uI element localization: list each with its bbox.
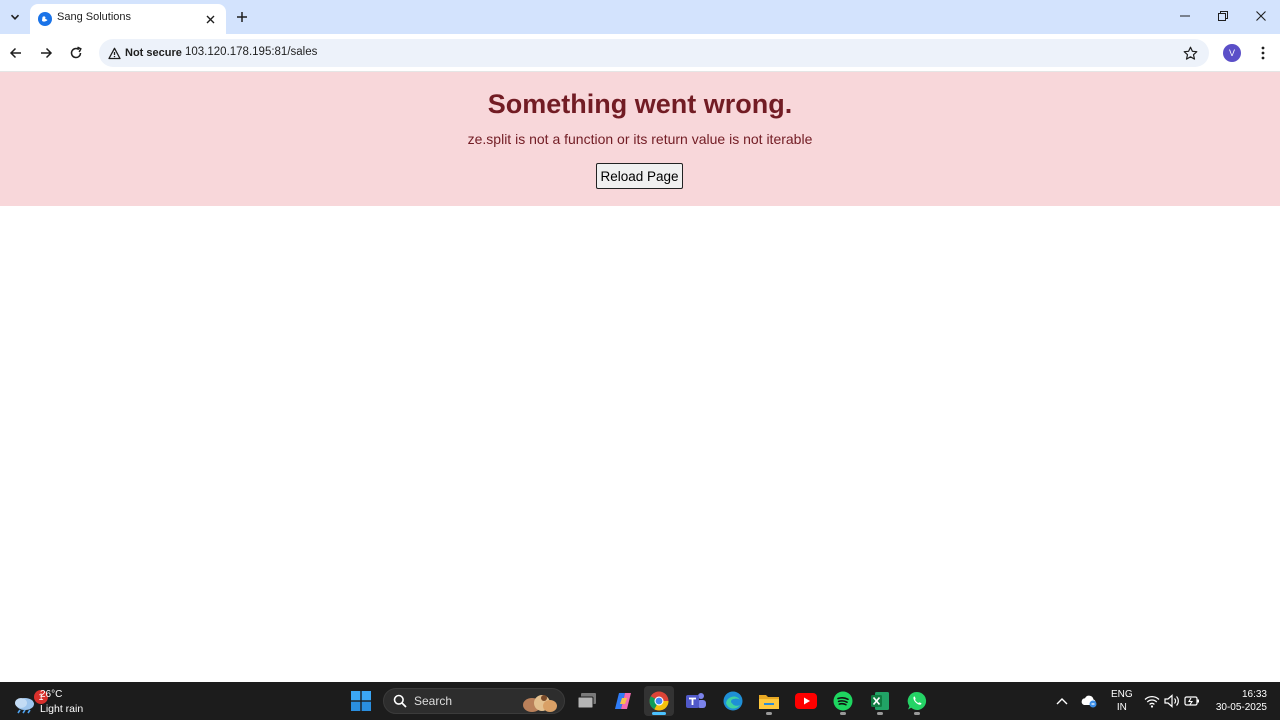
start-icon [351,691,371,711]
warning-icon [108,47,121,59]
whatsapp-icon [907,691,927,710]
language-indicator[interactable]: ENG IN [1111,688,1133,714]
address-bar[interactable]: Not secure 103.120.178.195:81/sales [99,39,1209,67]
reload-page-button[interactable]: Reload Page [596,163,683,189]
tab-close-button[interactable] [202,11,218,27]
running-indicator [840,712,846,715]
error-title: Something went wrong. [487,89,793,119]
running-indicator [877,712,883,715]
tab-title: Sang Solutions [57,11,131,23]
copilot-button[interactable] [608,686,638,716]
security-label: Not secure [125,47,182,59]
battery-icon [1184,696,1199,706]
spotify-button[interactable] [828,686,858,716]
taskbar: 1 26°C Light rain Search ENG IN 16:33 30… [0,682,1280,720]
refresh-icon [70,46,82,59]
profile-avatar[interactable]: V [1223,44,1241,62]
star-icon [1183,46,1197,60]
onedrive-tray-button[interactable] [1080,692,1098,710]
minimize-icon [1180,15,1190,17]
youtube-button[interactable] [791,686,821,716]
excel-button[interactable] [865,686,895,716]
more-vertical-icon [1261,46,1265,60]
keyboard-region: IN [1116,702,1127,713]
plus-icon [237,12,247,22]
chrome-icon [649,691,669,711]
task-view-icon [577,693,596,709]
clock-date: 30-05-2025 [1215,702,1267,713]
teams-icon [686,693,706,708]
task-view-button[interactable] [572,686,602,716]
running-indicator [766,712,772,715]
arrow-right-icon [41,47,53,59]
show-hidden-icons-button[interactable] [1053,692,1071,710]
spotify-icon [833,691,853,711]
weather-temperature: 26°C [40,689,63,700]
weather-condition: Light rain [40,703,84,715]
forward-button[interactable] [35,42,57,64]
site-info-button[interactable]: Not secure [104,43,188,63]
chevron-up-icon [1056,698,1068,705]
tab-strip: Sang Solutions [0,0,1280,34]
tab-search-button[interactable] [4,7,26,27]
volume-button[interactable] [1163,692,1181,710]
browser-menu-button[interactable] [1254,42,1272,64]
network-button[interactable] [1143,692,1161,710]
back-button[interactable] [5,42,27,64]
whatsapp-button[interactable] [902,686,932,716]
weather-widget[interactable]: 1 26°C Light rain [10,686,110,716]
minimize-button[interactable] [1173,5,1197,27]
error-message: ze.split is not a function or its return… [467,131,813,147]
reload-button[interactable] [65,42,87,64]
site-favicon-icon [38,12,52,26]
chevron-down-icon [10,14,20,20]
speaker-icon [1164,694,1179,708]
url-text[interactable]: 103.120.178.195:81/sales [185,46,317,58]
language-code: ENG [1111,689,1133,700]
running-indicator [652,712,666,715]
error-banner: Something went wrong. ze.split is not a … [0,72,1280,206]
search-placeholder: Search [414,694,453,708]
clock-time: 16:33 [1241,689,1267,700]
teams-button[interactable] [681,686,711,716]
chrome-taskbar-button[interactable] [644,686,674,716]
battery-button[interactable] [1183,692,1201,710]
system-clock[interactable]: 16:33 30-05-2025 [1207,688,1267,714]
tab-active[interactable]: Sang Solutions [30,4,226,34]
close-icon [206,15,214,23]
arrow-left-icon [9,47,21,59]
youtube-icon [795,693,817,709]
restore-button[interactable] [1211,5,1235,27]
browser-toolbar: Not secure 103.120.178.195:81/sales V [0,34,1280,72]
running-indicator [914,712,920,715]
close-window-button[interactable] [1249,5,1273,27]
start-button[interactable] [346,686,376,716]
edge-icon [723,691,743,711]
edge-button[interactable] [718,686,748,716]
cloud-sync-icon [1081,695,1097,708]
taskbar-search[interactable]: Search [383,688,565,714]
search-highlight-icon [523,695,557,712]
bookmark-button[interactable] [1181,44,1199,62]
excel-icon [871,692,889,710]
restore-icon [1218,11,1228,21]
copilot-icon [615,693,631,709]
search-icon [393,694,407,708]
new-tab-button[interactable] [231,6,253,28]
close-icon [1256,11,1266,21]
file-explorer-icon [759,695,779,709]
wifi-icon [1144,695,1160,708]
file-explorer-button[interactable] [754,686,784,716]
